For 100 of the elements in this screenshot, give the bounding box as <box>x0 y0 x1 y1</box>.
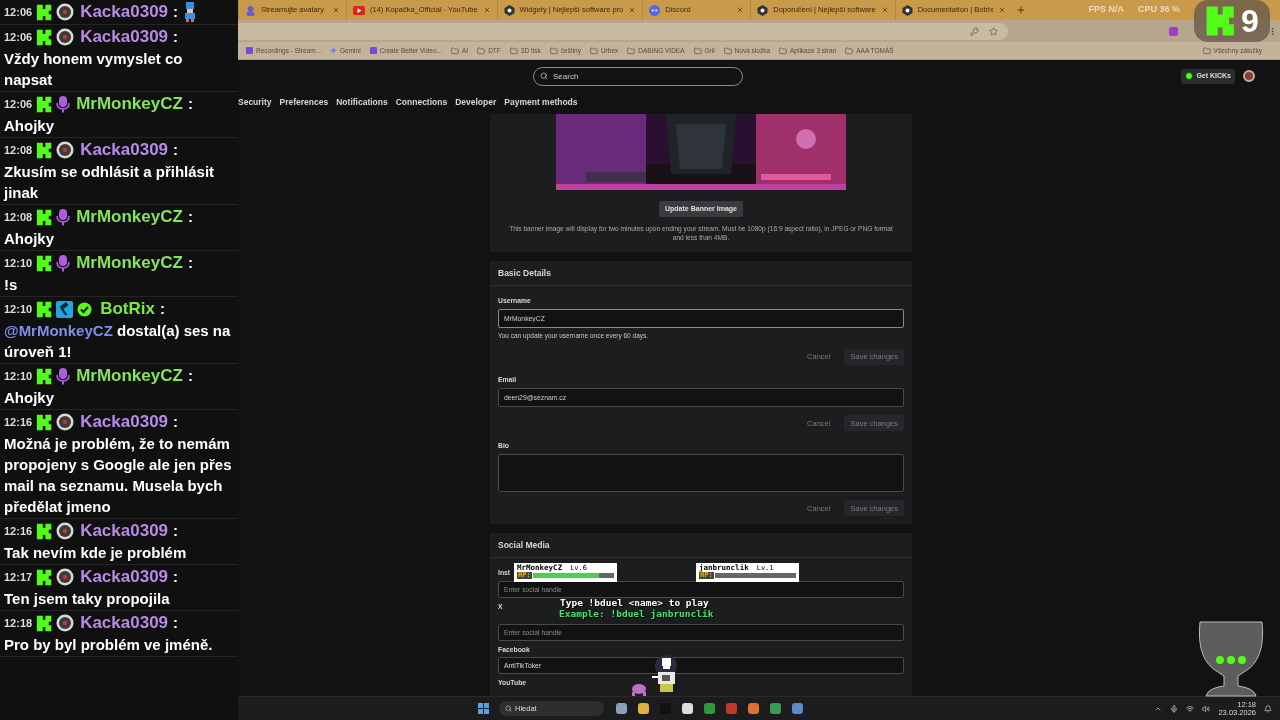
windows-start-icon[interactable] <box>478 703 489 714</box>
folder-icon <box>845 46 854 55</box>
new-tab-icon[interactable] <box>1016 5 1027 15</box>
microphone-badge-icon <box>56 95 71 113</box>
taskbar-app-icon[interactable] <box>792 703 803 714</box>
microphone-badge-icon <box>56 367 71 385</box>
disc-badge-icon <box>56 568 75 586</box>
message-time: 12:16 <box>4 415 33 430</box>
message-text: Vždy honem vymyslet co napsat <box>4 49 184 90</box>
message-text: Ahojky <box>4 116 55 136</box>
folder-icon <box>693 46 702 55</box>
message-separator: : <box>173 2 179 22</box>
microphone-icon[interactable] <box>1170 704 1179 713</box>
settings-tab[interactable]: Security <box>238 93 272 111</box>
extension-icon[interactable] <box>1169 26 1178 36</box>
folder-icon <box>549 46 558 55</box>
settings-tab[interactable]: Connections <box>395 93 448 111</box>
taskbar-app-icon[interactable] <box>638 703 649 714</box>
search-field[interactable]: Search <box>533 66 743 86</box>
message-separator: : <box>173 412 179 432</box>
message-separator: : <box>159 299 165 319</box>
message-time: 12:16 <box>4 524 33 539</box>
message-time: 12:06 <box>4 5 33 20</box>
disc-badge-icon <box>56 522 75 540</box>
message-text: Pro by byl problém ve jméně. <box>4 635 214 655</box>
chat-username[interactable]: MrMonkeyCZ <box>76 252 183 274</box>
message-time: 12:18 <box>4 616 33 631</box>
message-separator: : <box>173 521 179 541</box>
kick-badge-icon <box>36 141 54 159</box>
kick-coin-icon <box>1185 72 1194 80</box>
youtube-favicon-icon <box>353 5 365 15</box>
key-icon[interactable] <box>970 26 979 36</box>
network-icon[interactable] <box>1186 704 1195 713</box>
message-time: 12:08 <box>4 143 33 158</box>
settings-tab[interactable]: Payment methods <box>504 93 578 111</box>
avatar-favicon-icon <box>245 4 256 16</box>
folder-icon <box>779 46 787 55</box>
chat-username[interactable]: BotRix <box>100 298 155 320</box>
chat-username[interactable]: MrMonkeyCZ <box>76 206 183 228</box>
menu-icon[interactable] <box>1268 26 1277 36</box>
chat-username[interactable]: Kacka0309 <box>80 411 169 433</box>
taskbar-app-icon[interactable] <box>748 703 759 714</box>
close-icon[interactable] <box>880 6 889 14</box>
chat-username[interactable]: Kacka0309 <box>80 520 169 542</box>
settings-tab[interactable]: Preferences <box>279 93 329 111</box>
chat-username[interactable]: MrMonkeyCZ <box>76 365 183 387</box>
chat-username[interactable]: Kacka0309 <box>80 26 169 48</box>
settings-tab[interactable]: Notifications <box>336 93 388 111</box>
pixel-figure-emote-icon <box>183 2 198 22</box>
disc-badge-icon <box>56 141 75 159</box>
section-title: Social Media <box>490 533 912 559</box>
message-separator: : <box>173 140 179 160</box>
close-icon[interactable] <box>736 6 745 14</box>
message-text: Ahojky <box>4 229 55 249</box>
kick-count: 9 <box>1241 4 1259 38</box>
notification-icon[interactable] <box>1264 704 1272 713</box>
chat-username[interactable]: MrMonkeyCZ <box>76 93 183 115</box>
chat-username[interactable]: Kacka0309 <box>80 1 169 23</box>
message-time: 12:10 <box>4 302 33 317</box>
taskbar-app-icon[interactable] <box>704 703 715 714</box>
close-icon[interactable] <box>998 6 1007 14</box>
settings-tab[interactable]: Developer <box>455 93 497 111</box>
kick-badge-icon <box>36 614 54 632</box>
message-text: Ahojky <box>4 388 55 408</box>
mention-link[interactable]: @MrMonkeyCZ <box>4 322 117 339</box>
disc-badge-icon <box>56 614 75 632</box>
message-time: 12:17 <box>4 570 33 585</box>
microphone-badge-icon <box>56 208 71 226</box>
avatar[interactable] <box>1243 70 1255 82</box>
message-text: Možná je problém, že to nemám propojeny s Google ale jen přes mail na seznamu. Musela bych předělat jmeno <box>4 434 233 517</box>
close-icon[interactable] <box>482 6 491 14</box>
folder-icon <box>509 46 518 55</box>
close-icon[interactable] <box>332 6 340 14</box>
volume-icon[interactable] <box>1202 704 1211 713</box>
message-separator: : <box>187 366 193 386</box>
pixel-creature-icon <box>630 683 648 696</box>
chat-username[interactable]: Kacka0309 <box>80 139 169 161</box>
chat-username[interactable]: Kacka0309 <box>80 612 169 634</box>
section-title: Basic Details <box>490 261 912 286</box>
taskbar-app-icon[interactable] <box>616 703 627 714</box>
microphone-badge-icon <box>56 254 71 272</box>
search-icon <box>540 72 548 80</box>
kick-badge-icon <box>36 300 54 318</box>
folder-icon <box>723 46 732 55</box>
close-icon[interactable] <box>628 6 637 14</box>
bot-favicon-icon <box>901 4 913 16</box>
chat-username[interactable]: Kacka0309 <box>80 566 169 588</box>
taskbar-app-icon[interactable] <box>682 703 693 714</box>
kick-badge-icon <box>36 254 54 272</box>
taskbar-app-icon[interactable] <box>770 703 781 714</box>
bio-field[interactable] <box>498 454 904 493</box>
message-separator: : <box>187 94 193 114</box>
message-time: 12:06 <box>4 97 33 112</box>
hammer-badge-icon <box>56 300 74 318</box>
bookmark-star-icon[interactable] <box>989 26 998 36</box>
bot-favicon-icon <box>757 4 769 16</box>
duel-example: Example: !bduel janbrunclik <box>559 608 714 619</box>
discord-favicon-icon <box>649 4 661 16</box>
duel-instruction: Type !bduel <name> to play <box>560 597 709 608</box>
message-time: 12:10 <box>4 256 33 271</box>
